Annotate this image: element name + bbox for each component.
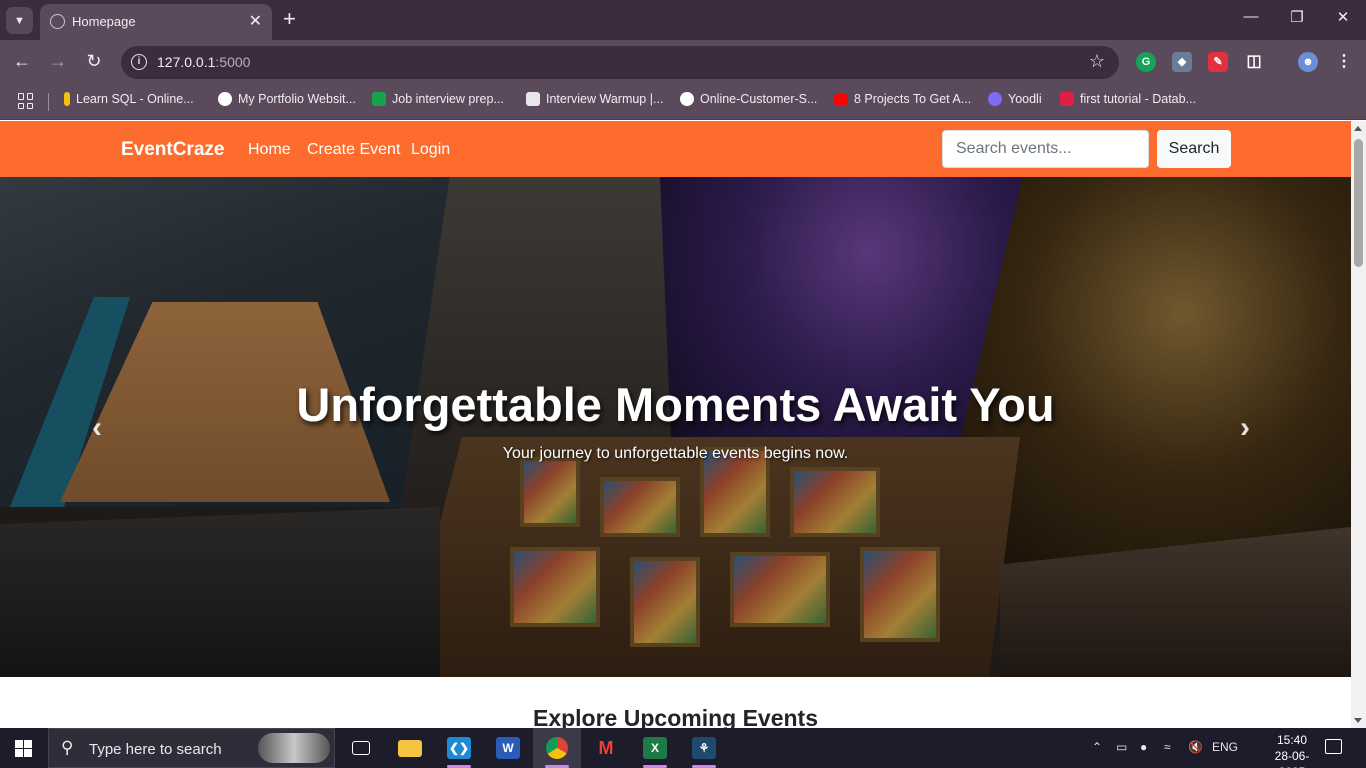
- bookmarks-bar: Learn SQL - Online... My Portfolio Websi…: [0, 84, 1366, 120]
- bookmarks-divider: [48, 93, 49, 111]
- new-tab-plus-icon[interactable]: +: [283, 7, 296, 31]
- apps-grid-icon[interactable]: [18, 93, 34, 109]
- bookmark-favicon-icon: [372, 92, 386, 106]
- extensions-puzzle-icon[interactable]: ◫: [1244, 52, 1264, 72]
- search-highlight-image: [258, 733, 330, 763]
- excel-icon[interactable]: X: [631, 728, 679, 768]
- bookmark-yoodli[interactable]: Yoodli: [988, 92, 1042, 106]
- minimize-icon[interactable]: —: [1236, 8, 1266, 25]
- nav-link-create-event[interactable]: Create Event: [307, 141, 400, 159]
- clock-date: 28-06-2025: [1274, 749, 1310, 768]
- windows-taskbar: ⚲ Type here to search ❮❯ W M X ⚘ ⌃ ▭ ● ≈…: [0, 728, 1366, 768]
- scroll-down-arrow-icon[interactable]: [1354, 718, 1362, 723]
- mysql-workbench-icon[interactable]: ⚘: [680, 728, 728, 768]
- url-text: 127.0.0.1:5000: [157, 54, 251, 70]
- scrollbar-thumb[interactable]: [1354, 139, 1363, 267]
- bookmark-favicon-icon: [218, 92, 232, 106]
- youtube-icon: [834, 93, 848, 105]
- search-events-input[interactable]: [942, 130, 1149, 168]
- file-explorer-icon[interactable]: [386, 728, 434, 768]
- page-scrollbar[interactable]: [1351, 121, 1366, 728]
- bookmark-portfolio[interactable]: My Portfolio Websit...: [218, 92, 356, 106]
- bookmark-star-icon[interactable]: ☆: [1089, 51, 1105, 72]
- section-title-upcoming-events: Explore Upcoming Events: [532, 705, 818, 728]
- task-view-icon[interactable]: [337, 728, 385, 768]
- github-icon: [680, 92, 694, 106]
- search-button[interactable]: Search: [1157, 130, 1231, 168]
- hero-subtitle: Your journey to unforgettable events beg…: [502, 445, 849, 462]
- shield-extension-icon[interactable]: ◆: [1172, 52, 1192, 72]
- address-bar[interactable]: i 127.0.0.1:5000 ☆: [121, 46, 1119, 79]
- profile-avatar-icon[interactable]: ☻: [1298, 52, 1318, 72]
- close-tab-icon[interactable]: ✕: [249, 11, 262, 31]
- carousel-prev-chevron-icon[interactable]: ‹: [92, 413, 102, 443]
- taskbar-search-box[interactable]: ⚲ Type here to search: [48, 728, 335, 768]
- bookmark-online-customer[interactable]: Online-Customer-S...: [680, 92, 817, 106]
- grammarly-extension-icon[interactable]: G: [1136, 52, 1156, 72]
- browser-toolbar: ← → ↻ i 127.0.0.1:5000 ☆ G ◆ ✎ ◫ ☻ ⋮: [0, 40, 1366, 84]
- gmail-icon[interactable]: M: [582, 728, 630, 768]
- site-navbar: EventCraze Home Create Event Login Searc…: [0, 121, 1351, 177]
- volume-muted-icon[interactable]: 🔇: [1188, 740, 1203, 754]
- search-icon: ⚲: [61, 738, 74, 757]
- wifi-icon[interactable]: ≈: [1164, 740, 1171, 754]
- forward-arrow-icon[interactable]: →: [46, 51, 70, 72]
- hero-carousel: Unforgettable Moments Await You Your jou…: [0, 177, 1351, 677]
- nav-link-login[interactable]: Login: [411, 141, 450, 159]
- window-close-icon[interactable]: ✕: [1328, 8, 1358, 26]
- bookmark-first-tutorial[interactable]: first tutorial - Datab...: [1060, 92, 1196, 106]
- browser-tab-strip: ▼ Homepage ✕ + — ❐ ✕: [0, 0, 1366, 40]
- language-indicator[interactable]: ENG: [1212, 740, 1238, 754]
- hero-title: Unforgettable Moments Await You: [296, 378, 1055, 431]
- clock-time: 15:40: [1276, 733, 1308, 747]
- back-arrow-icon[interactable]: ←: [10, 51, 34, 72]
- notifications-icon[interactable]: [1325, 739, 1342, 754]
- browser-tab[interactable]: Homepage ✕: [40, 4, 272, 40]
- bookmark-job-interview[interactable]: Job interview prep...: [372, 92, 504, 106]
- bookmark-favicon-icon: [526, 92, 540, 106]
- meet-now-icon[interactable]: ●: [1140, 740, 1147, 754]
- browser-menu-icon[interactable]: ⋮: [1334, 52, 1354, 72]
- carousel-next-chevron-icon[interactable]: ›: [1240, 413, 1250, 443]
- bookmark-favicon-icon: [988, 92, 1002, 106]
- nav-link-home[interactable]: Home: [248, 141, 291, 159]
- scroll-up-arrow-icon[interactable]: [1354, 126, 1362, 131]
- globe-icon: [50, 14, 65, 29]
- bookmark-learn-sql[interactable]: Learn SQL - Online...: [64, 92, 194, 106]
- restore-icon[interactable]: ❐: [1282, 8, 1312, 26]
- tray-chevron-icon[interactable]: ⌃: [1092, 740, 1102, 754]
- site-brand[interactable]: EventCraze: [121, 139, 225, 161]
- bookmark-favicon-icon: [1060, 92, 1074, 106]
- chrome-icon[interactable]: [533, 728, 581, 768]
- vscode-icon[interactable]: ❮❯: [435, 728, 483, 768]
- windows-start-icon[interactable]: [15, 740, 32, 757]
- tab-title: Homepage: [72, 14, 136, 29]
- page-viewport: EventCraze Home Create Event Login Searc…: [0, 121, 1351, 728]
- taskbar-search-placeholder: Type here to search: [89, 741, 222, 758]
- taskbar-clock[interactable]: 15:40 28-06-2025: [1262, 732, 1322, 768]
- bookmark-interview-warmup[interactable]: Interview Warmup |...: [526, 92, 663, 106]
- word-icon[interactable]: W: [484, 728, 532, 768]
- site-info-icon[interactable]: i: [131, 54, 147, 70]
- bookmark-favicon-icon: [64, 92, 70, 106]
- red-extension-icon[interactable]: ✎: [1208, 52, 1228, 72]
- bookmark-8-projects[interactable]: 8 Projects To Get A...: [834, 92, 971, 106]
- tab-search-chevron-icon[interactable]: ▼: [6, 7, 33, 34]
- battery-icon[interactable]: ▭: [1116, 740, 1127, 754]
- reload-icon[interactable]: ↻: [82, 51, 106, 72]
